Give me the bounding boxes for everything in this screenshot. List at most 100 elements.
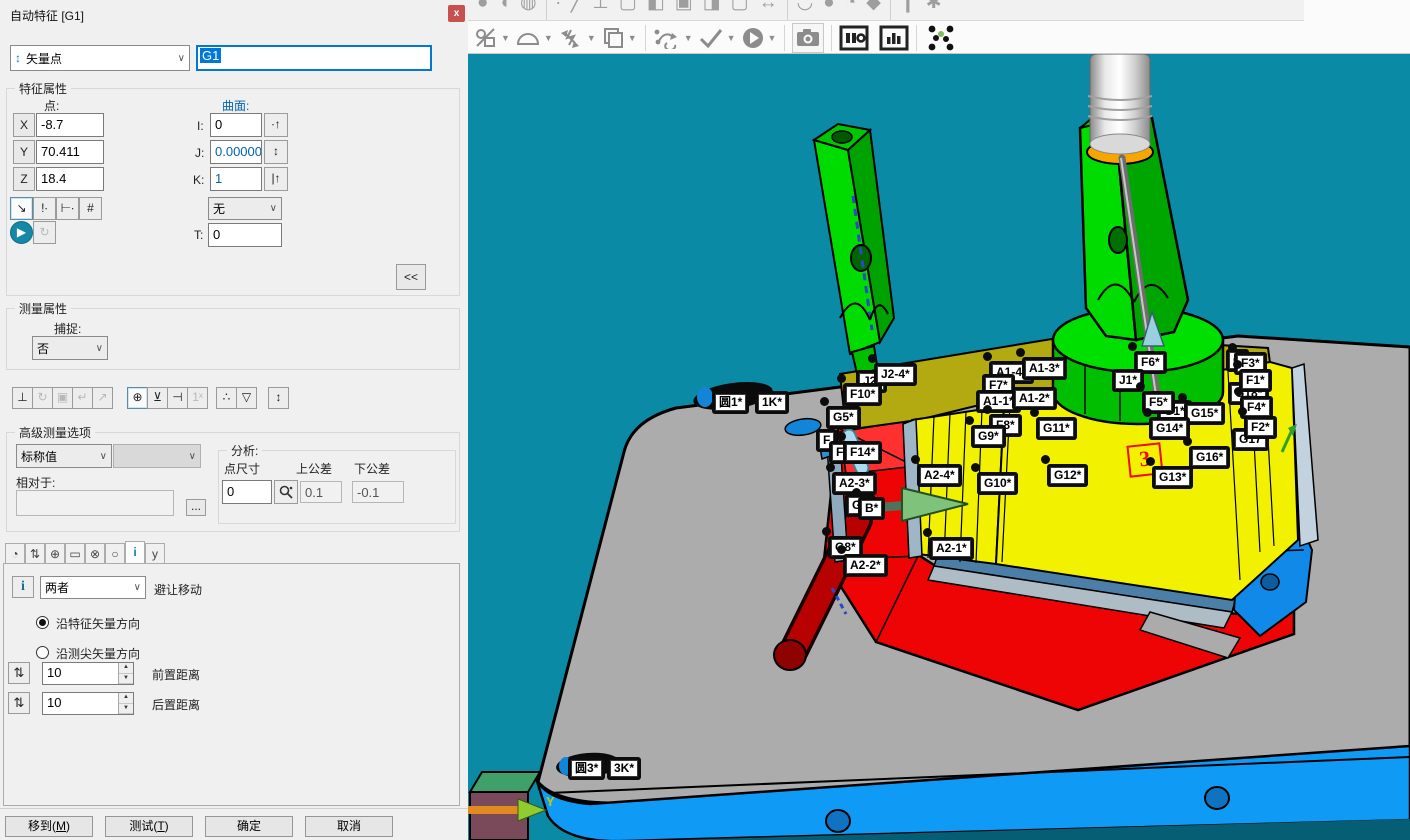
tab-cancel[interactable]: ⊗	[85, 543, 105, 564]
feature-label[interactable]: 1K*	[755, 391, 789, 414]
spin-down-icon[interactable]: ▼	[119, 704, 133, 715]
filter-icon[interactable]: ▽	[236, 387, 257, 409]
point-info-icon[interactable]: !∙	[33, 197, 56, 220]
report-window-icon[interactable]	[839, 25, 869, 51]
level-icon[interactable]: ⊻	[147, 387, 168, 409]
analysis-search-icon[interactable]	[274, 480, 298, 504]
feature-label[interactable]: A2-2*	[843, 554, 888, 577]
chevron-down-icon[interactable]: ▼	[768, 33, 777, 43]
feature-label[interactable]: F14*	[843, 441, 882, 464]
feature-label[interactable]: A1-3*	[1022, 357, 1067, 380]
point-cloud-icon[interactable]	[924, 23, 958, 53]
browse-button[interactable]: ...	[186, 499, 206, 516]
align-edge-icon[interactable]: ⊣	[167, 387, 188, 409]
protractor-icon[interactable]	[515, 27, 541, 49]
feature-label[interactable]: A1-2*	[1012, 387, 1057, 410]
feature-label[interactable]: F2*	[1244, 416, 1277, 439]
spin-up-icon[interactable]: ▲	[119, 663, 133, 674]
snap-combo[interactable]: 否 ∨	[32, 336, 108, 360]
chevron-down-icon[interactable]: ▼	[684, 33, 693, 43]
confirm-check-icon[interactable]	[698, 27, 724, 49]
grid-snap-icon[interactable]: #	[79, 197, 102, 220]
tab-avoidance[interactable]: i	[125, 541, 145, 564]
feature-label[interactable]: G14*	[1149, 417, 1190, 440]
ok-button[interactable]: 确定	[205, 816, 293, 837]
spin-down-icon[interactable]: ▼	[119, 674, 133, 685]
feature-label[interactable]: 3K*	[607, 757, 641, 780]
feature-label[interactable]: G12*	[1047, 464, 1088, 487]
distance-tool-icon[interactable]: ↔	[759, 0, 778, 13]
execute-play-icon[interactable]: ▶	[10, 221, 33, 244]
copy-feature-icon[interactable]: ▣	[52, 387, 73, 409]
spin-up-icon[interactable]: ▲	[119, 693, 133, 704]
feature-label[interactable]: G13*	[1152, 466, 1193, 489]
surface-normal-icon[interactable]: ∙↑	[264, 113, 288, 137]
jump-path-icon[interactable]: ↗	[92, 387, 113, 409]
flip-vector-icon[interactable]: ↕	[264, 140, 288, 164]
tab-approach[interactable]: ⇅	[25, 543, 45, 564]
feature-label[interactable]: G11*	[1036, 417, 1077, 440]
feature-label[interactable]: 圆1*	[712, 391, 749, 414]
k-value-input[interactable]: 1	[210, 167, 262, 191]
point-target-icon[interactable]: ⊢∙	[56, 197, 79, 220]
sphere-tool-icon[interactable]: ◍	[520, 0, 537, 13]
surface-tool-icon[interactable]: ◔	[845, 0, 856, 13]
nominal-combo[interactable]: 标称值 ∨	[16, 444, 112, 468]
feature-label[interactable]: A2-1*	[929, 537, 974, 560]
tab-flag[interactable]: ▭	[65, 543, 85, 564]
radio-tip-vector[interactable]	[36, 646, 49, 659]
line-tool-icon[interactable]: ╱	[571, 0, 582, 13]
chevron-down-icon[interactable]: ▼	[501, 33, 510, 43]
camera-icon[interactable]	[792, 23, 824, 53]
target-mode-icon[interactable]: ⊕	[127, 387, 148, 409]
z-value-input[interactable]: 18.4	[36, 167, 104, 191]
feature-label[interactable]: G9*	[971, 425, 1006, 448]
circle-tool-icon[interactable]: ●	[477, 0, 488, 13]
feature-label[interactable]: B*	[858, 497, 885, 520]
feature-name-input[interactable]: G1	[196, 45, 432, 71]
transform-arrow-icon[interactable]	[558, 27, 584, 49]
feature-label[interactable]: G5*	[826, 406, 861, 429]
tab-contact[interactable]: ◔	[5, 543, 25, 564]
round-slot-icon[interactable]: ▢	[619, 0, 637, 13]
vector-updown-icon[interactable]: ↕	[268, 387, 289, 409]
re-execute-icon[interactable]: ↻	[33, 221, 56, 244]
avoidance-combo[interactable]: 两者 ∨	[40, 576, 146, 599]
retract-distance-stepper[interactable]: 10 ▲▼	[42, 692, 134, 715]
feature-label[interactable]: 圆3*	[568, 757, 605, 780]
point-density-icon[interactable]: ∴	[216, 387, 237, 409]
curve-tool-icon[interactable]: ◡	[797, 0, 814, 13]
path-mode-icon[interactable]: ↘	[10, 197, 33, 220]
y-axis-button[interactable]: Y	[13, 140, 35, 164]
path-plan-icon[interactable]	[653, 27, 681, 49]
plane-tool-icon[interactable]: ⊥	[592, 0, 609, 13]
run-play-icon[interactable]	[741, 26, 765, 50]
j-value-input[interactable]: 0.00000	[210, 140, 262, 164]
feature-label[interactable]: A2-4*	[917, 464, 962, 487]
3d-scene[interactable]	[468, 54, 1410, 840]
tab-target[interactable]: ⊕	[45, 543, 65, 564]
dialog-titlebar[interactable]: 自动特征 [G1] x	[0, 0, 468, 28]
z-axis-button[interactable]: Z	[13, 167, 35, 191]
i-value-input[interactable]: 0	[210, 113, 262, 137]
align-vector-icon[interactable]: |↑	[264, 167, 288, 191]
chevron-down-icon[interactable]: ▼	[727, 33, 736, 43]
y-value-input[interactable]: 70.411	[36, 140, 104, 164]
rotate-icon[interactable]: ↻	[32, 387, 53, 409]
close-icon[interactable]: x	[448, 5, 465, 22]
tab-branch[interactable]: y	[145, 543, 165, 564]
move-to-button[interactable]: 移到(M)	[5, 816, 93, 837]
prehit-distance-stepper[interactable]: 10 ▲▼	[42, 662, 134, 685]
feature-label[interactable]: G15*	[1184, 402, 1225, 425]
chevron-down-icon[interactable]: ▼	[628, 33, 637, 43]
feature-label[interactable]: F10*	[843, 383, 882, 406]
feature-label[interactable]: F1*	[1239, 369, 1272, 392]
blob-tool-icon[interactable]: ●	[823, 0, 834, 13]
x-axis-button[interactable]: X	[13, 113, 35, 137]
pin-tool-icon[interactable]: ❙	[900, 0, 916, 13]
copy-icon[interactable]	[601, 27, 625, 49]
point-size-input[interactable]: 0	[222, 480, 272, 504]
t-value-input[interactable]: 0	[208, 223, 282, 247]
ellipse-tool-icon[interactable]: ◖	[498, 0, 509, 13]
radio-feature-vector[interactable]	[36, 616, 49, 629]
